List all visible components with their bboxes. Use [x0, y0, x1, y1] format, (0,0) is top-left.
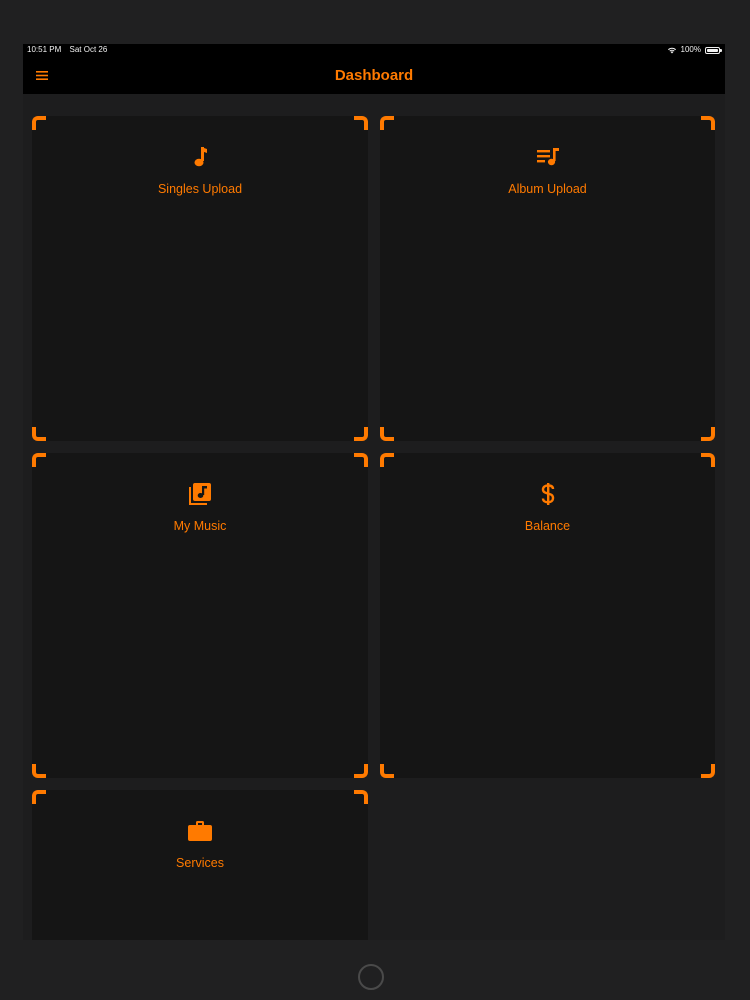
card-corner	[354, 427, 368, 441]
card-corner	[701, 453, 715, 467]
card-corner	[701, 764, 715, 778]
card-label: Balance	[524, 519, 571, 533]
my-music-card[interactable]: My Music	[32, 453, 368, 778]
album-upload-card[interactable]: Album Upload	[380, 116, 715, 441]
card-corner	[32, 427, 46, 441]
status-date: Sat Oct 26	[69, 45, 108, 54]
card-corner	[32, 764, 46, 778]
page-title: Dashboard	[334, 67, 414, 84]
card-corner	[380, 764, 394, 778]
card-corner	[354, 790, 368, 804]
card-corner	[354, 764, 368, 778]
battery-icon	[705, 46, 722, 54]
nav-bar: Dashboard	[23, 56, 725, 94]
card-corner	[701, 116, 715, 130]
card-corner	[380, 116, 394, 130]
card-corner	[32, 453, 46, 467]
card-label: My Music	[173, 519, 227, 533]
card-corner	[32, 116, 46, 130]
music-library-icon	[32, 481, 368, 507]
status-right: 100%	[667, 44, 722, 56]
card-corner	[380, 427, 394, 441]
battery-percent: 100%	[680, 45, 701, 54]
music-note-icon	[32, 144, 368, 170]
card-corner	[32, 790, 46, 804]
home-button[interactable]	[358, 964, 384, 990]
briefcase-icon	[32, 818, 368, 844]
card-corner	[354, 453, 368, 467]
card-corner	[354, 116, 368, 130]
status-time: 10:51 PM	[27, 45, 62, 54]
device-frame: 10:51 PM Sat Oct 26 100% Dashboard Singl…	[0, 0, 750, 1000]
card-label: Services	[176, 856, 224, 870]
singles-upload-card[interactable]: Singles Upload	[32, 116, 368, 441]
wifi-icon	[667, 46, 677, 54]
card-corner	[380, 453, 394, 467]
card-label: Album Upload	[508, 182, 587, 196]
app-screen: 10:51 PM Sat Oct 26 100% Dashboard Singl…	[23, 44, 725, 940]
services-card[interactable]: Services	[32, 790, 368, 940]
dollar-sign-icon	[380, 481, 715, 507]
playlist-music-icon	[380, 144, 715, 170]
status-left: 10:51 PM Sat Oct 26	[27, 44, 113, 56]
card-corner	[701, 427, 715, 441]
card-label: Singles Upload	[157, 182, 243, 196]
balance-card[interactable]: Balance	[380, 453, 715, 778]
status-bar: 10:51 PM Sat Oct 26 100%	[23, 44, 725, 56]
